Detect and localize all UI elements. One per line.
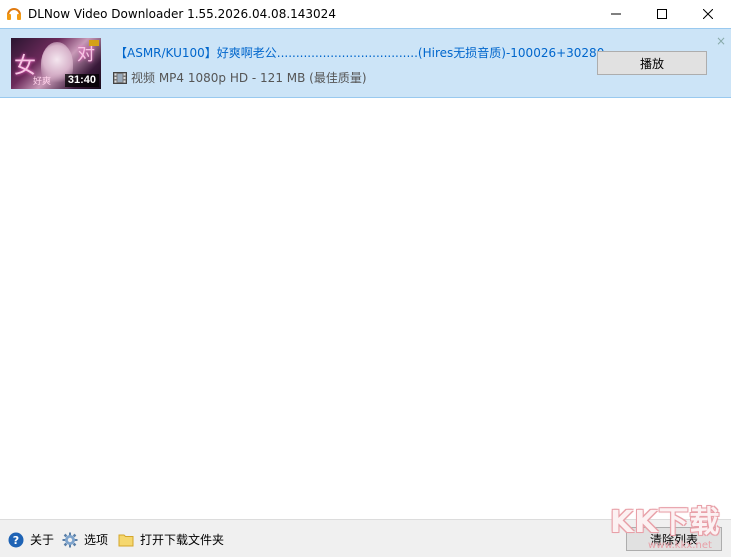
video-meta-text: 视频 MP4 1080p HD - 121 MB (最佳质量) <box>131 71 367 85</box>
options-button[interactable]: 选项 <box>62 531 108 548</box>
minimize-icon <box>611 13 621 14</box>
open-folder-label: 打开下载文件夹 <box>140 533 225 547</box>
hires-badge <box>89 40 99 46</box>
options-label: 选项 <box>84 533 109 547</box>
window-controls <box>593 0 731 27</box>
headphones-icon <box>6 6 22 22</box>
close-icon <box>703 8 713 19</box>
play-button[interactable]: 播放 <box>597 51 707 75</box>
about-button[interactable]: ? 关于 <box>8 531 54 548</box>
folder-icon <box>118 532 134 548</box>
video-thumbnail[interactable]: 女 对 好爽 31:40 <box>11 38 101 89</box>
open-folder-button[interactable]: 打开下载文件夹 <box>118 531 224 548</box>
footer-bar: ? 关于 选项 打开下载文件夹 清除列表 <box>0 519 731 557</box>
title-bar: DLNow Video Downloader 1.55.2026.04.08.1… <box>0 0 731 27</box>
about-label: 关于 <box>30 533 55 547</box>
clear-list-button[interactable]: 清除列表 <box>626 527 722 551</box>
video-title-link[interactable]: 【ASMR/KU100】好爽啊老公.......................… <box>115 44 616 61</box>
remove-item-close-icon[interactable]: × <box>716 34 726 48</box>
video-duration: 31:40 <box>64 74 99 87</box>
download-item[interactable]: 女 对 好爽 31:40 【ASMR/KU100】好爽啊老公..........… <box>0 28 731 98</box>
gear-icon <box>62 532 78 548</box>
svg-text:?: ? <box>13 534 19 547</box>
maximize-icon <box>657 8 667 19</box>
help-icon: ? <box>8 532 24 548</box>
video-meta: 视频 MP4 1080p HD - 121 MB (最佳质量) <box>113 69 367 86</box>
close-button[interactable] <box>685 0 731 27</box>
maximize-button[interactable] <box>639 0 685 27</box>
window-title: DLNow Video Downloader 1.55.2026.04.08.1… <box>28 6 336 21</box>
minimize-button[interactable] <box>593 0 639 27</box>
film-icon <box>113 71 127 85</box>
